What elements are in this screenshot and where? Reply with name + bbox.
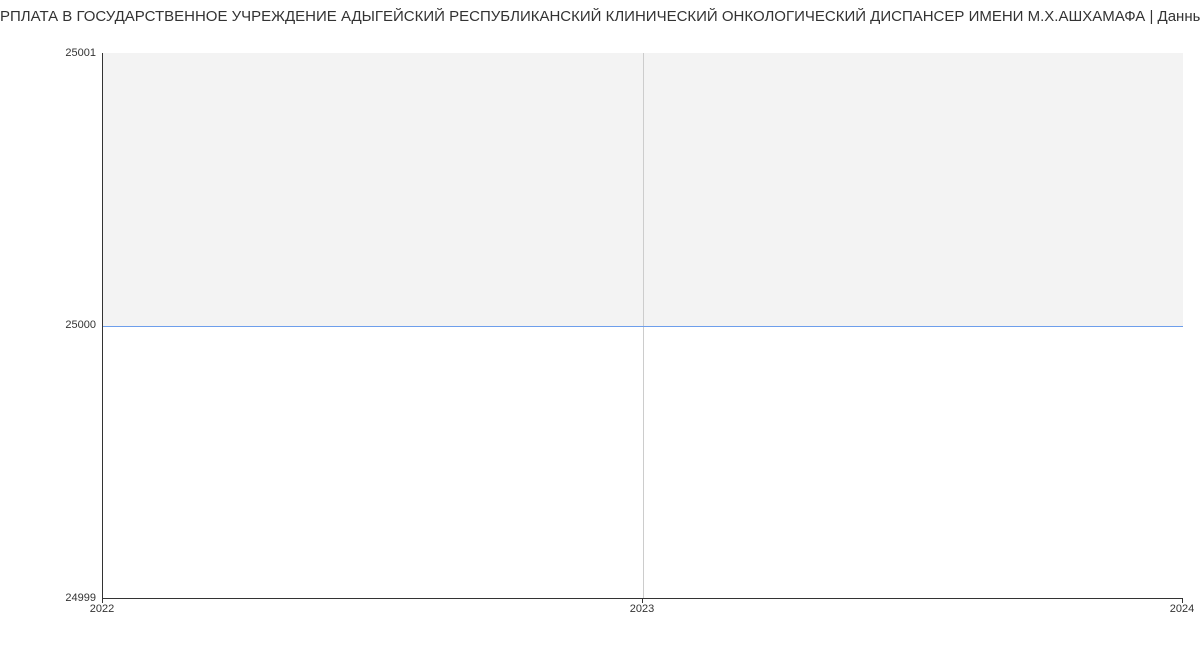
y-tick-label: 25000 — [0, 319, 96, 331]
y-tick-label: 24999 — [0, 592, 96, 604]
x-tick-label: 2024 — [1170, 603, 1194, 615]
x-tick-label: 2022 — [90, 603, 114, 615]
plot-area — [102, 53, 1183, 599]
y-tick-label: 25001 — [0, 47, 96, 59]
x-tick-label: 2023 — [630, 603, 654, 615]
chart-title: РПЛАТА В ГОСУДАРСТВЕННОЕ УЧРЕЖДЕНИЕ АДЫГ… — [0, 8, 1200, 25]
data-line — [103, 326, 1183, 327]
chart-container: РПЛАТА В ГОСУДАРСТВЕННОЕ УЧРЕЖДЕНИЕ АДЫГ… — [0, 0, 1200, 650]
